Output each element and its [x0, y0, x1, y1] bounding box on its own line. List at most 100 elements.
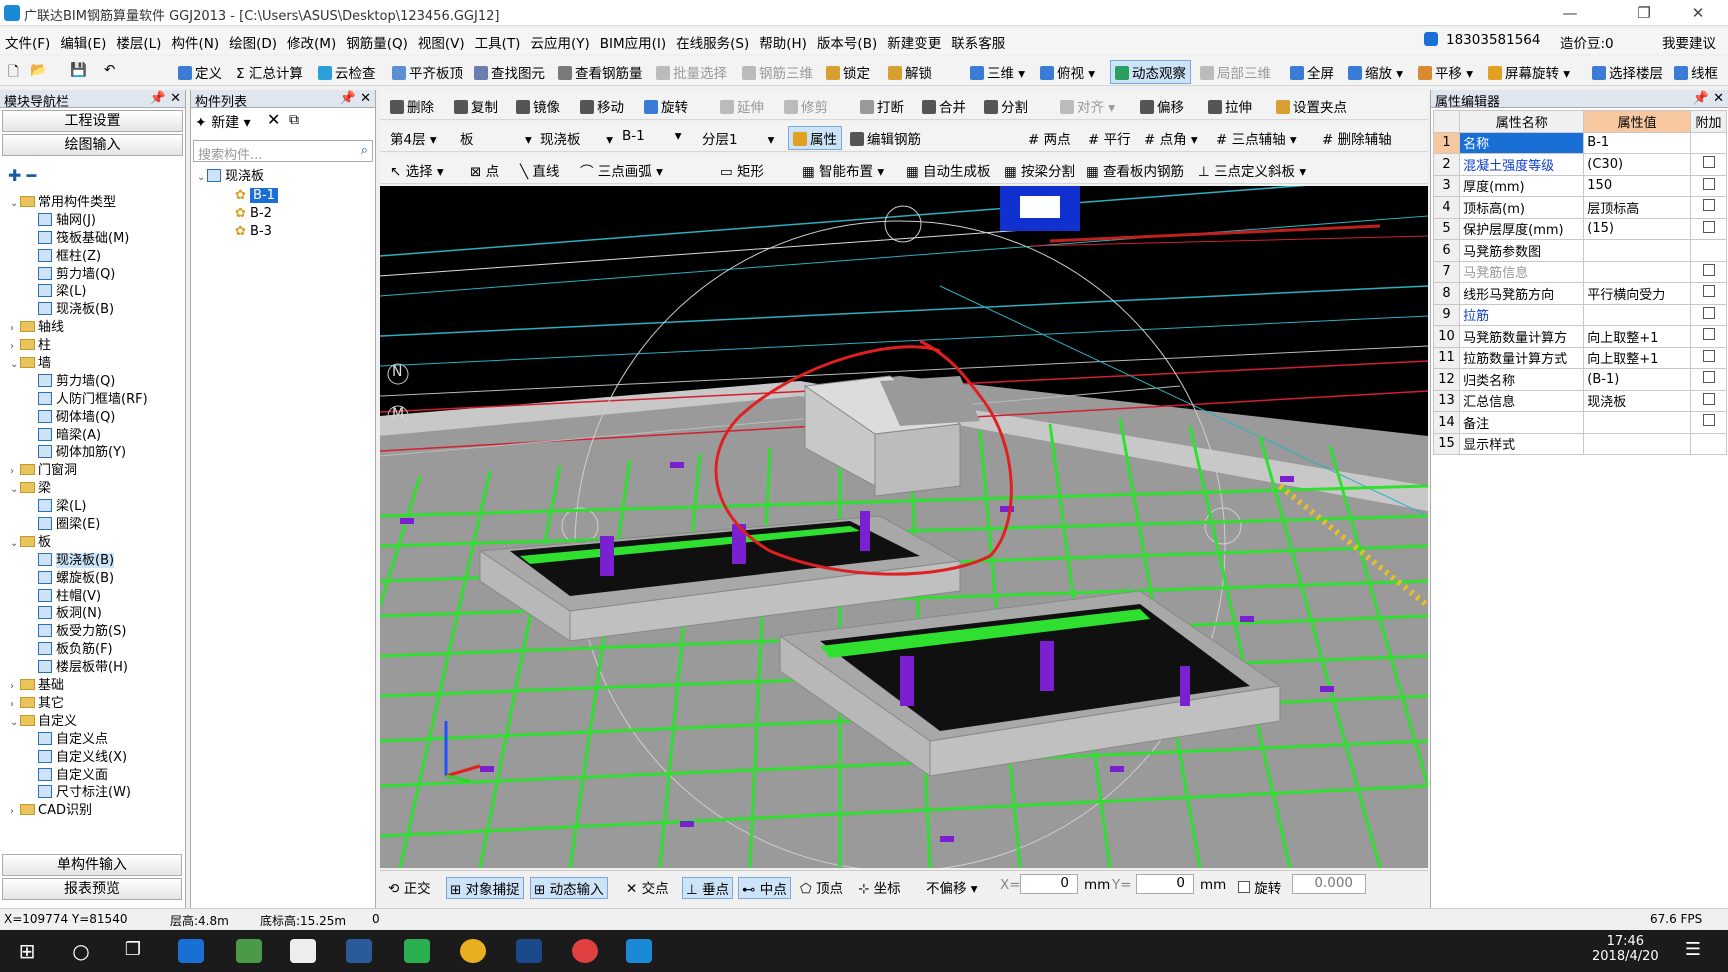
- property-extra[interactable]: [1690, 131, 1727, 154]
- rebar-3d-button[interactable]: 钢筋三维: [742, 62, 813, 82]
- three-point-axis-button[interactable]: # 三点辅轴 ▾: [1216, 128, 1297, 148]
- tree-item[interactable]: 梁(L): [0, 283, 184, 301]
- tree-item[interactable]: 砌体墙(Q): [0, 409, 184, 427]
- property-extra[interactable]: [1690, 196, 1727, 219]
- edit-rebar-button[interactable]: 编辑钢筋: [850, 128, 921, 148]
- menu-new-change[interactable]: 新建变更: [882, 28, 946, 56]
- cloud-check-button[interactable]: 云检查: [318, 62, 376, 82]
- checkbox[interactable]: [1702, 328, 1715, 341]
- three-point-sloped-slab-button[interactable]: ⊥ 三点定义斜板 ▾: [1198, 160, 1306, 180]
- property-row[interactable]: 9 拉筋: [1432, 303, 1727, 326]
- tree-item[interactable]: 尺寸标注(W): [0, 784, 184, 802]
- offset-mode-select[interactable]: 不偏移 ▾: [926, 877, 978, 897]
- tree-item[interactable]: ⌄ 梁: [0, 480, 184, 498]
- windows-start-icon[interactable]: ⊞: [14, 939, 40, 963]
- batch-select-button[interactable]: 批量选择: [656, 62, 727, 82]
- property-value[interactable]: (B-1): [1583, 368, 1692, 391]
- checkbox[interactable]: [1702, 371, 1715, 384]
- property-row[interactable]: 13 汇总信息 现浇板: [1432, 389, 1727, 412]
- property-extra[interactable]: [1690, 411, 1727, 434]
- offset-button[interactable]: 偏移: [1140, 96, 1184, 116]
- property-value[interactable]: 向上取整+1: [1583, 325, 1692, 348]
- property-row[interactable]: 1 名称 B-1: [1432, 131, 1727, 154]
- tree-item[interactable]: 自定义点: [0, 731, 184, 749]
- checkbox[interactable]: [1702, 349, 1715, 362]
- single-component-input-button[interactable]: 单构件输入: [2, 854, 182, 876]
- menu-edit[interactable]: 编辑(E): [55, 28, 111, 56]
- property-extra[interactable]: [1690, 282, 1727, 305]
- summary-calc-button[interactable]: Σ 汇总计算: [236, 62, 303, 82]
- expander-icon[interactable]: ⌄: [10, 481, 20, 499]
- top-view-button[interactable]: 俯视 ▾: [1040, 62, 1095, 82]
- minimize-button[interactable]: —: [1548, 2, 1592, 24]
- properties-toggle[interactable]: 属性: [788, 126, 842, 150]
- tree-item[interactable]: 梁(L): [0, 498, 184, 516]
- name-select[interactable]: B-1 ▾: [622, 128, 682, 144]
- property-row[interactable]: 3 厚度(mm) 150: [1432, 174, 1727, 197]
- checkbox[interactable]: [1702, 306, 1715, 319]
- 3d-viewport[interactable]: N M: [380, 186, 1428, 868]
- set-grip-button[interactable]: 设置夹点: [1276, 96, 1347, 116]
- property-row[interactable]: 12 归类名称 (B-1): [1432, 368, 1727, 391]
- tree-item[interactable]: › CAD识别: [0, 802, 184, 820]
- expand-collapse-icon[interactable]: ✚ ━: [8, 166, 36, 185]
- floor-select[interactable]: 第4层 ▾: [390, 128, 437, 148]
- property-extra[interactable]: [1690, 260, 1727, 283]
- property-row[interactable]: 2 混凝土强度等级 (C30): [1432, 153, 1727, 176]
- point-angle-button[interactable]: # 点角 ▾: [1144, 128, 1198, 148]
- checkbox[interactable]: [1702, 156, 1715, 169]
- property-row[interactable]: 5 保护层厚度(mm) (15): [1432, 217, 1727, 240]
- view-rebar-qty-button[interactable]: 查看钢筋量: [558, 62, 643, 82]
- rotation-input[interactable]: 0.000: [1292, 874, 1366, 894]
- property-row[interactable]: 7 马凳筋信息: [1432, 260, 1727, 283]
- intersection-snap[interactable]: ✕ 交点: [626, 877, 669, 897]
- mail-icon[interactable]: [290, 939, 316, 963]
- zoom-button[interactable]: 缩放 ▾: [1348, 62, 1403, 82]
- menu-floor[interactable]: 楼层(L): [111, 28, 166, 56]
- local-3d-button[interactable]: 局部三维: [1200, 62, 1271, 82]
- line-tool-button[interactable]: ╲ 直线: [520, 160, 559, 180]
- property-row[interactable]: 4 顶标高(m) 层顶标高: [1432, 196, 1727, 219]
- property-extra[interactable]: [1690, 389, 1727, 412]
- save-icon[interactable]: 💾: [70, 62, 87, 78]
- task-view-icon[interactable]: ❐: [120, 939, 146, 963]
- tree-item[interactable]: 板受力筋(S): [0, 623, 184, 641]
- menu-tools[interactable]: 工具(T): [470, 28, 526, 56]
- app2-icon[interactable]: [460, 939, 486, 963]
- property-value[interactable]: [1583, 411, 1692, 434]
- tree-item[interactable]: ⌄ 常用构件类型: [0, 194, 184, 212]
- expander-icon[interactable]: ⌄: [10, 714, 20, 732]
- rectangle-tool-button[interactable]: ▭ 矩形: [720, 160, 764, 180]
- property-value[interactable]: (15): [1583, 217, 1692, 240]
- smart-layout-button[interactable]: ▦ 智能布置 ▾: [802, 160, 884, 180]
- property-extra[interactable]: [1690, 368, 1727, 391]
- select-tool-button[interactable]: ↖ 选择 ▾: [390, 160, 444, 180]
- tree-item[interactable]: › 柱: [0, 337, 184, 355]
- search-icon[interactable]: ○: [68, 939, 94, 963]
- fullscreen-button[interactable]: 全屏: [1290, 62, 1334, 82]
- menu-draw[interactable]: 绘图(D): [224, 28, 282, 56]
- property-value[interactable]: [1583, 260, 1692, 283]
- x-input[interactable]: 0: [1020, 874, 1078, 894]
- project-settings-button[interactable]: 工程设置: [2, 110, 183, 132]
- suggest-link[interactable]: 我要建议: [1662, 28, 1716, 54]
- checkbox[interactable]: [1702, 263, 1715, 276]
- tree-item[interactable]: › 其它: [0, 695, 184, 713]
- type-select[interactable]: 板 ▾: [460, 128, 532, 148]
- split-by-beam-button[interactable]: ▦ 按梁分割: [1004, 160, 1075, 180]
- expander-icon[interactable]: ›: [10, 696, 20, 714]
- point-tool-button[interactable]: ⊠ 点: [470, 160, 499, 180]
- parallel-button[interactable]: # 平行: [1088, 128, 1131, 148]
- delete-icon[interactable]: ✕: [267, 110, 280, 129]
- coordinate-snap[interactable]: ⊹ 坐标: [858, 877, 901, 897]
- tree-item[interactable]: 板洞(N): [0, 605, 184, 623]
- tree-root-cast-slab[interactable]: ⌄ 现浇板: [197, 168, 278, 187]
- app-icon[interactable]: [236, 939, 262, 963]
- property-extra[interactable]: [1690, 239, 1727, 262]
- cost-beans[interactable]: 造价豆:0: [1560, 28, 1614, 54]
- expander-icon[interactable]: ›: [10, 463, 20, 481]
- delete-axis-button[interactable]: # 删除辅轴: [1322, 128, 1392, 148]
- rotate-button[interactable]: 旋转: [644, 96, 688, 116]
- delete-button[interactable]: 删除: [390, 96, 434, 116]
- tree-item[interactable]: 螺旋板(B): [0, 570, 184, 588]
